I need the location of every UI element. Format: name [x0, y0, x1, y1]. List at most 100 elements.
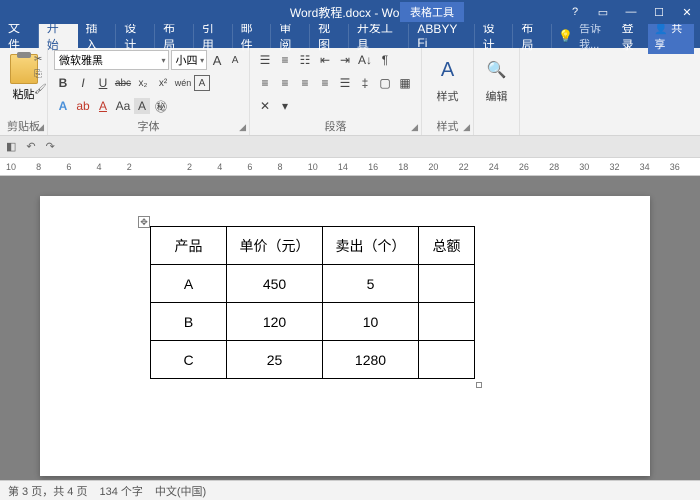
cut-icon[interactable]: ✂	[34, 54, 47, 65]
table-header-cell[interactable]: 总额	[419, 227, 475, 265]
bullets-button[interactable]: ☰	[256, 50, 274, 70]
redo-icon[interactable]: ↷	[46, 140, 55, 153]
font-color-button[interactable]: A	[94, 96, 112, 116]
char-border-button[interactable]: A	[194, 75, 210, 91]
language-status[interactable]: 中文(中国)	[155, 483, 206, 499]
table-cell[interactable]	[419, 303, 475, 341]
styles-icon[interactable]: A	[432, 54, 464, 86]
horizontal-ruler[interactable]: 108642246810141618202224262830323436	[0, 158, 700, 176]
table-header-cell[interactable]: 卖出（个）	[323, 227, 419, 265]
table-cell[interactable]	[419, 341, 475, 379]
table-cell[interactable]: 450	[227, 265, 323, 303]
italic-button[interactable]: I	[74, 73, 92, 93]
table-cell[interactable]: 120	[227, 303, 323, 341]
shading-button[interactable]: ▢	[376, 73, 394, 93]
underline-button[interactable]: U	[94, 73, 112, 93]
page[interactable]: ✥ 产品 单价（元） 卖出（个） 总额 A 450 5 B 120 10 C	[40, 196, 650, 476]
align-right-button[interactable]: ≡	[296, 73, 314, 93]
align-left-button[interactable]: ≡	[256, 73, 274, 93]
tab-references[interactable]: 引用	[194, 24, 233, 48]
find-icon[interactable]: 🔍	[481, 54, 513, 86]
tab-home[interactable]: 开始	[39, 24, 78, 48]
show-marks-button[interactable]: ¶	[376, 50, 394, 70]
tellme-icon[interactable]: 💡	[558, 29, 573, 43]
copy-icon[interactable]: ⎘	[34, 69, 47, 80]
snap-grid-button[interactable]: ▾	[276, 96, 294, 116]
table-header-cell[interactable]: 单价（元）	[227, 227, 323, 265]
close-icon[interactable]: ✕	[674, 6, 700, 19]
char-shading-button[interactable]: A	[134, 98, 150, 114]
multilevel-button[interactable]: ☷	[296, 50, 314, 70]
decrease-indent-button[interactable]: ⇤	[316, 50, 334, 70]
highlight-button[interactable]: ab	[74, 96, 92, 116]
tab-layout[interactable]: 布局	[155, 24, 194, 48]
table-cell[interactable]: B	[151, 303, 227, 341]
font-launcher-icon[interactable]: ◢	[239, 122, 246, 133]
tab-review[interactable]: 审阅	[271, 24, 310, 48]
table-cell[interactable]: 10	[323, 303, 419, 341]
tab-design[interactable]: 设计	[116, 24, 155, 48]
distribute-button[interactable]: ☰	[336, 73, 354, 93]
undo-icon[interactable]: ↶	[26, 140, 35, 153]
qat-item[interactable]: ◧	[6, 140, 16, 153]
enclose-char-button[interactable]: ㊙	[152, 96, 170, 116]
styles-launcher-icon[interactable]: ◢	[463, 122, 470, 133]
grow-font-button[interactable]: A	[209, 50, 225, 70]
table-cell[interactable]: C	[151, 341, 227, 379]
paragraph-launcher-icon[interactable]: ◢	[411, 122, 418, 133]
subscript-button[interactable]: x₂	[134, 73, 152, 93]
tellme-input[interactable]: 告诉我...	[579, 20, 616, 52]
change-case-button[interactable]: Aa	[114, 96, 132, 116]
tab-table-design[interactable]: 设计	[475, 24, 514, 48]
maximize-icon[interactable]: ☐	[646, 6, 672, 19]
borders-button[interactable]: ▦	[396, 73, 414, 93]
table-cell[interactable]: 25	[227, 341, 323, 379]
table-cell[interactable]	[419, 265, 475, 303]
numbering-button[interactable]: ≡	[276, 50, 294, 70]
clipboard-launcher-icon[interactable]: ◢	[37, 122, 44, 133]
line-spacing-button[interactable]: ‡	[356, 73, 374, 93]
context-tab-label: 表格工具	[400, 2, 464, 22]
font-size-combo[interactable]: 小四▾	[171, 50, 208, 70]
minimize-icon[interactable]: —	[618, 6, 644, 19]
shrink-font-button[interactable]: A	[227, 50, 243, 70]
superscript-button[interactable]: x²	[154, 73, 172, 93]
phonetic-button[interactable]: wén	[174, 73, 192, 93]
tab-view[interactable]: 视图	[310, 24, 349, 48]
table-header-cell[interactable]: 产品	[151, 227, 227, 265]
table-cell[interactable]: A	[151, 265, 227, 303]
tab-insert[interactable]: 插入	[78, 24, 117, 48]
word-count[interactable]: 134 个字	[99, 483, 142, 499]
sort-button[interactable]: A↓	[356, 50, 374, 70]
tab-developer[interactable]: 开发工具	[349, 24, 410, 48]
strike-button[interactable]: abc	[114, 73, 132, 93]
page-count[interactable]: 第 3 页，共 4 页	[8, 483, 87, 499]
ribbon-options-icon[interactable]: ▭	[590, 6, 616, 19]
table-move-handle-icon[interactable]: ✥	[138, 216, 150, 228]
help-icon[interactable]: ?	[562, 6, 588, 19]
table-cell[interactable]: 5	[323, 265, 419, 303]
editing-button[interactable]: 编辑	[486, 88, 508, 104]
styles-button[interactable]: 样式	[437, 88, 459, 104]
font-name-combo[interactable]: 微软雅黑▾	[54, 50, 169, 70]
increase-indent-button[interactable]: ⇥	[336, 50, 354, 70]
format-painter-icon[interactable]: 🖌	[34, 84, 47, 95]
titlebar: Word教程.docx - Word 表格工具 ? ▭ — ☐ ✕	[0, 0, 700, 24]
tab-abbyy[interactable]: ABBYY Fi	[409, 24, 474, 48]
tab-mailings[interactable]: 邮件	[233, 24, 272, 48]
table-row: C 25 1280	[151, 341, 475, 379]
table-cell[interactable]: 1280	[323, 341, 419, 379]
bold-button[interactable]: B	[54, 73, 72, 93]
quick-access-toolbar: ◧ ↶ ↷	[0, 136, 700, 158]
text-direction-button[interactable]: ✕	[256, 96, 274, 116]
table-row: A 450 5	[151, 265, 475, 303]
align-center-button[interactable]: ≡	[276, 73, 294, 93]
tab-table-layout[interactable]: 布局	[513, 24, 552, 48]
login-link[interactable]: 登录	[622, 19, 643, 53]
justify-button[interactable]: ≡	[316, 73, 334, 93]
document-area[interactable]: ✥ 产品 单价（元） 卖出（个） 总额 A 450 5 B 120 10 C	[0, 176, 700, 480]
table-resize-handle-icon[interactable]	[476, 382, 482, 388]
text-effects-button[interactable]: A	[54, 96, 72, 116]
tab-file[interactable]: 文件	[0, 24, 39, 48]
document-table[interactable]: 产品 单价（元） 卖出（个） 总额 A 450 5 B 120 10 C 25 …	[150, 226, 475, 379]
